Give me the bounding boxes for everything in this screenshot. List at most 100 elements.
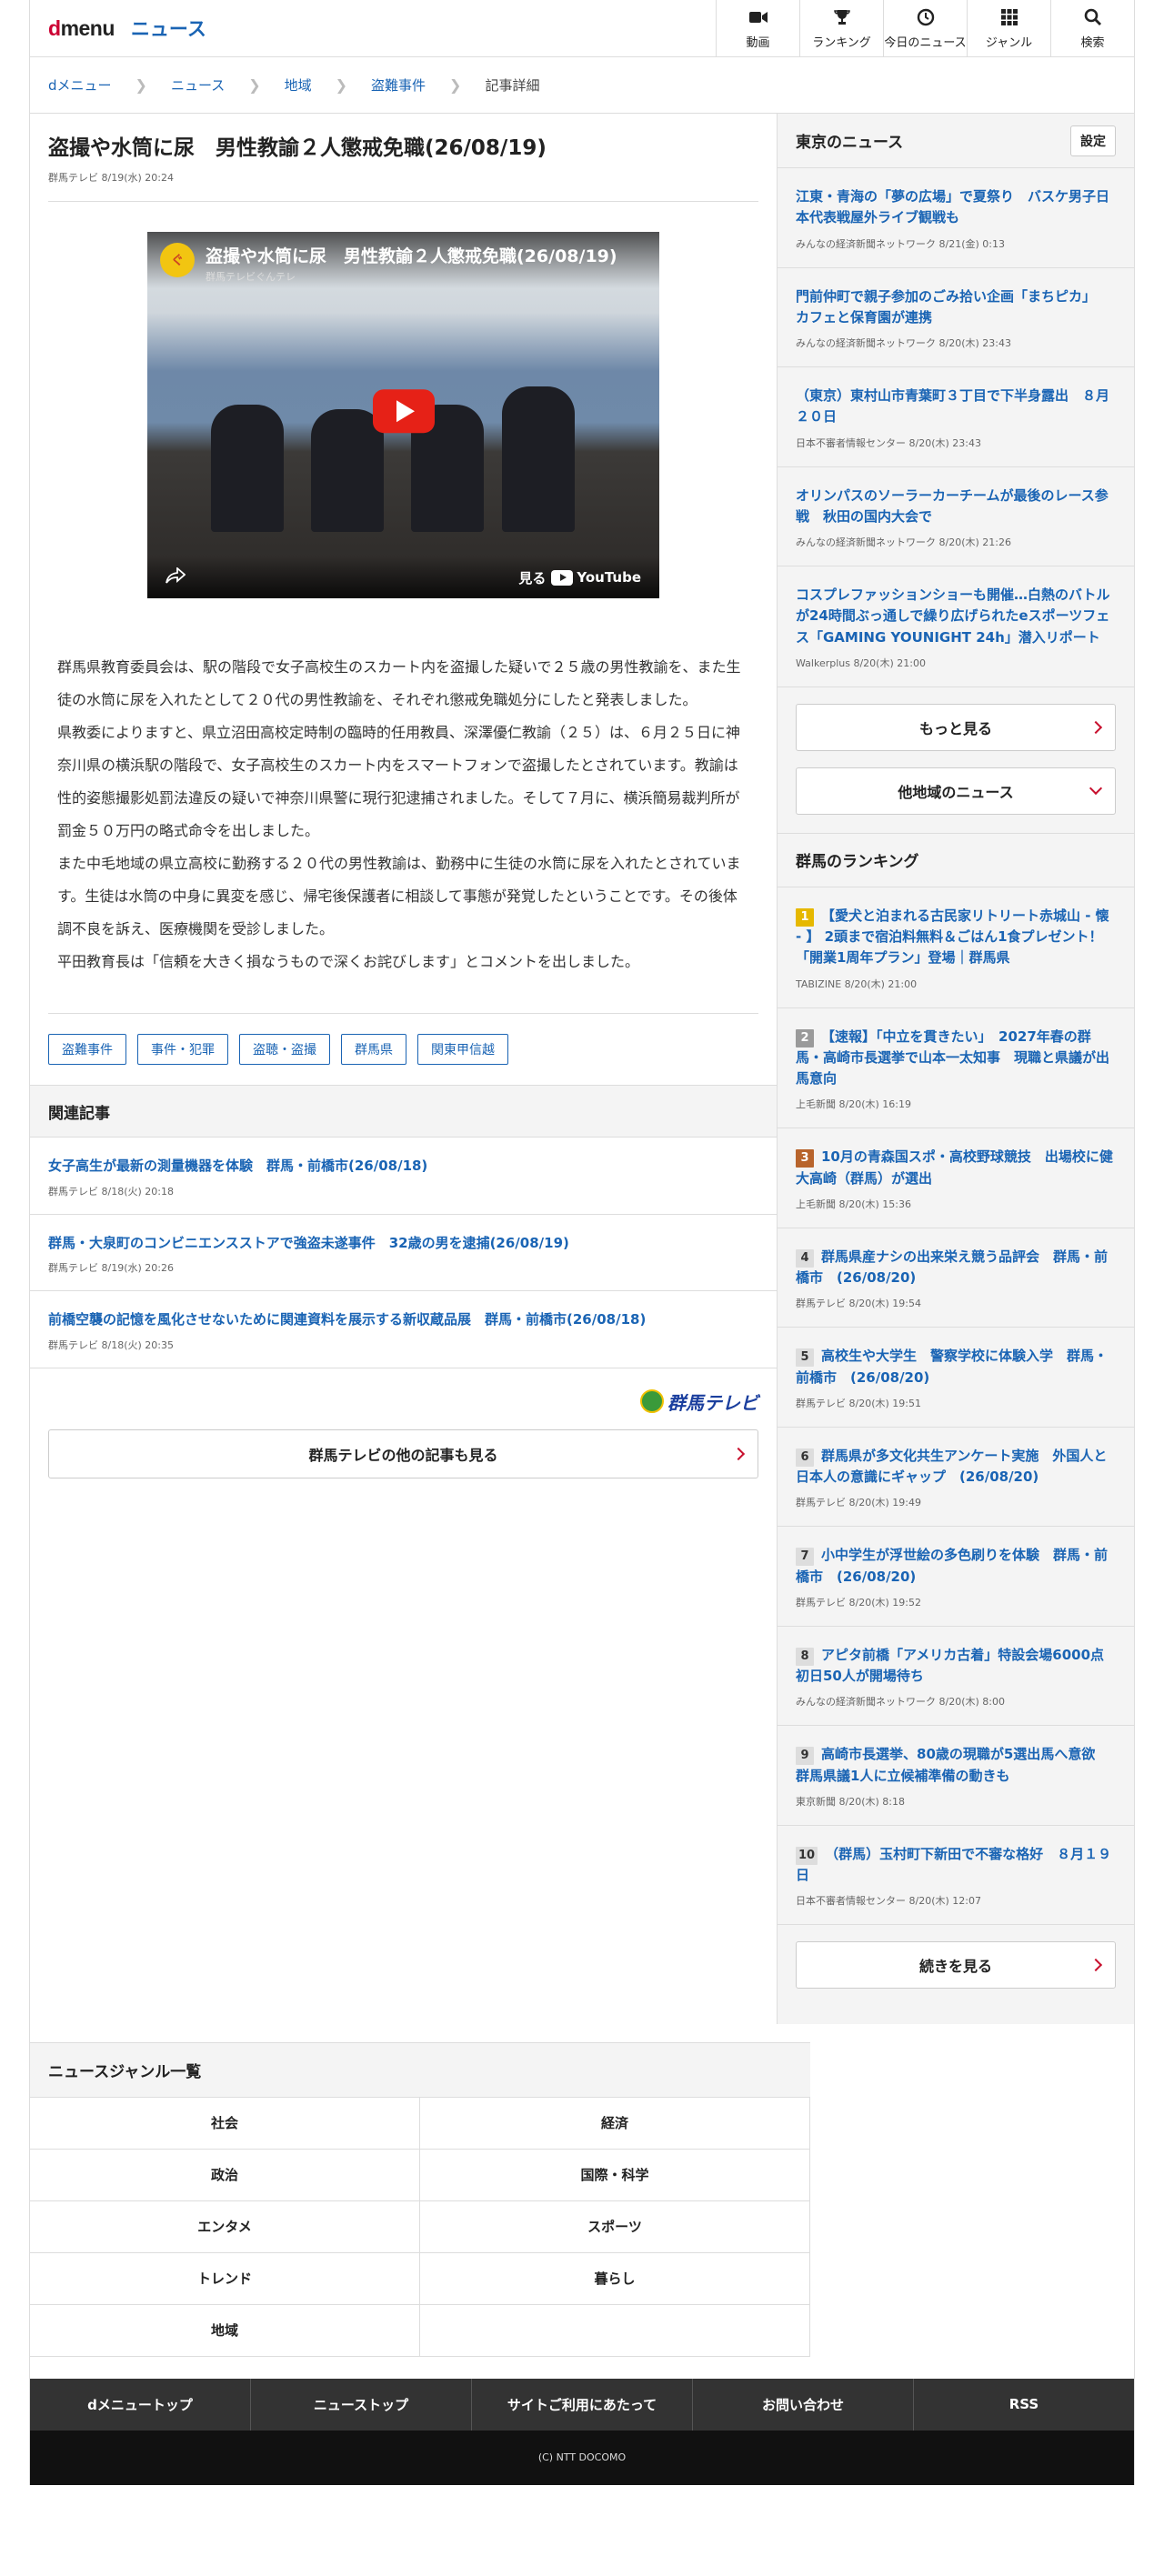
ranking-item-meta: 群馬テレビ 8/20(木) 19:52 xyxy=(796,1596,921,1609)
chevron-right-icon xyxy=(731,1447,746,1460)
footer-contact[interactable]: お問い合わせ xyxy=(693,2378,914,2431)
share-icon[interactable] xyxy=(166,566,186,587)
breadcrumb-theft[interactable]: 盗難事件 xyxy=(371,75,426,95)
ranking-item-title: 群馬県産ナシの出来栄え競う品評会 群馬・前橋市 (26/08/20) xyxy=(796,1248,1109,1286)
video-player[interactable]: ぐ 盗撮や水筒に尿 男性教諭２人懲戒免職(26/08/19) 群馬テレビぐんテレ… xyxy=(147,232,659,599)
genre-sports[interactable]: スポーツ xyxy=(420,2200,810,2253)
list-item[interactable]: 門前仲町で親子参加のごみ拾い企画「まちピカ」 カフェと保育園が連携 みんなの経済… xyxy=(778,268,1134,367)
source-logo[interactable]: 群馬テレビ xyxy=(30,1368,777,1420)
news-item-title[interactable]: 門前仲町で親子参加のごみ拾い企画「まちピカ」 カフェと保育園が連携 xyxy=(796,286,1116,329)
genre-region[interactable]: 地域 xyxy=(30,2304,420,2357)
news-item-title[interactable]: 江東・青海の「夢の広場」で夏祭り バスケ男子日本代表戦屋外ライブ観戦も xyxy=(796,186,1116,229)
news-item-title[interactable]: コスプレファッションショーも開催…白熱のバトルが24時間ぶっ通しで繰り広げられた… xyxy=(796,585,1116,648)
genre-trend[interactable]: トレンド xyxy=(30,2252,420,2305)
rank-badge: 6 xyxy=(796,1448,814,1467)
ranking-item[interactable]: 5 高校生や大学生 警察学校に体験入学 群馬・前橋市 (26/08/20) 群馬テ… xyxy=(778,1328,1134,1428)
tag-theft[interactable]: 盗難事件 xyxy=(48,1034,126,1066)
video-camera-icon xyxy=(748,7,768,27)
nav-search[interactable]: 検索 xyxy=(1050,0,1134,56)
article-title: 盗撮や水筒に尿 男性教諭２人懲戒免職(26/08/19) xyxy=(48,136,547,160)
footer-news-top[interactable]: ニューストップ xyxy=(251,2378,472,2431)
ranking-item[interactable]: 8 アピタ前橋「アメリカ古着」特設会場6000点 初日50人が開場待ち みんなの経… xyxy=(778,1627,1134,1727)
list-item[interactable]: （東京）東村山市青葉町３丁目で下半身露出 ８月２０日 日本不審者情報センター 8… xyxy=(778,367,1134,467)
news-item-title[interactable]: （東京）東村山市青葉町３丁目で下半身露出 ８月２０日 xyxy=(796,386,1116,428)
channel-avatar[interactable]: ぐ xyxy=(160,243,195,278)
ranking-item[interactable]: 6 群馬県が多文化共生アンケート実施 外国人と日本人の意識にギャップ (26/08… xyxy=(778,1428,1134,1528)
breadcrumb-current: 記事詳細 xyxy=(485,77,540,94)
footer-terms[interactable]: サイトご利用にあたって xyxy=(472,2378,693,2431)
breadcrumb-region[interactable]: 地域 xyxy=(285,75,312,95)
more-from-source-button[interactable]: 群馬テレビの他の記事も見る xyxy=(48,1428,758,1478)
sidebar: 東京のニュース 設定 江東・青海の「夢の広場」で夏祭り バスケ男子日本代表戦屋外… xyxy=(778,114,1134,2024)
ranking-item-meta: みんなの経済新聞ネットワーク 8/20(木) 8:00 xyxy=(796,1696,1005,1709)
related-item-title[interactable]: 前橋空襲の記憶を風化させないために関連資料を展示する新収蔵品展 群馬・前橋市(2… xyxy=(48,1309,758,1330)
genre-entertainment[interactable]: エンタメ xyxy=(30,2200,420,2253)
news-section-link[interactable]: ニュース xyxy=(131,15,206,42)
ranking-item[interactable]: 7 小中学生が浮世絵の多色刷りを体験 群馬・前橋市 (26/08/20) 群馬テレ… xyxy=(778,1527,1134,1627)
nav-ranking[interactable]: ランキング xyxy=(799,0,883,56)
brand: dmenu ニュース xyxy=(48,0,206,56)
footer-dmenu-top[interactable]: dメニュートップ xyxy=(30,2378,251,2431)
related-item-title[interactable]: 女子高生が最新の測量機器を体験 群馬・前橋市(26/08/18) xyxy=(48,1156,758,1177)
chevron-right-icon: ❯ xyxy=(335,76,348,94)
list-item[interactable]: オリンパスのソーラーカーチームが最後のレース参戦 秋田の国内大会で みんなの経済… xyxy=(778,467,1134,566)
ranking-item-title: アピタ前橋「アメリカ古着」特設会場6000点 初日50人が開場待ち xyxy=(796,1646,1119,1684)
mascot-icon xyxy=(640,1389,664,1414)
related-item-meta: 群馬テレビ 8/18(火) 20:18 xyxy=(48,1185,174,1198)
related-title: 関連記事 xyxy=(30,1085,777,1138)
footer-rss[interactable]: RSS xyxy=(914,2379,1134,2431)
nav-video[interactable]: 動画 xyxy=(716,0,799,56)
rank-badge: 5 xyxy=(796,1348,814,1368)
other-region-button[interactable]: 他地域のニュース xyxy=(796,767,1116,815)
settings-button[interactable]: 設定 xyxy=(1070,125,1116,156)
chevron-right-icon xyxy=(1089,720,1103,734)
related-item-meta: 群馬テレビ 8/19(水) 20:26 xyxy=(48,1262,174,1275)
tag-voyeurism[interactable]: 盗聴・盗撮 xyxy=(239,1034,330,1066)
genre-empty-cell xyxy=(420,2304,810,2357)
ranking-item[interactable]: 1 【愛犬と泊まれる古民家リトリート赤城山 - 懐 - 】 2頭まで宿泊料無料＆ご… xyxy=(778,887,1134,1008)
chevron-right-icon xyxy=(1089,1959,1103,1972)
news-item-title[interactable]: オリンパスのソーラーカーチームが最後のレース参戦 秋田の国内大会で xyxy=(796,486,1116,528)
breadcrumb-news[interactable]: ニュース xyxy=(171,75,225,95)
nav-genre[interactable]: ジャンル xyxy=(967,0,1050,56)
list-item[interactable]: 群馬・大泉町のコンビニエンスストアで強盗未遂事件 32歳の男を逮捕(26/08/… xyxy=(30,1215,777,1292)
tag-kanto[interactable]: 関東甲信越 xyxy=(417,1034,508,1066)
ranking-item[interactable]: 2 【速報】「中立を貫きたい」 2027年春の群馬・高崎市長選挙で山本一太知事 現… xyxy=(778,1008,1134,1129)
rank-badge: 9 xyxy=(796,1747,814,1766)
list-item[interactable]: コスプレファッションショーも開催…白熱のバトルが24時間ぶっ通しで繰り広げられた… xyxy=(778,566,1134,687)
more-news-button[interactable]: もっと見る xyxy=(796,703,1116,751)
ranking-item[interactable]: 3 10月の青森国スポ・高校野球競技 出場校に健大高崎（群馬）が選出 上毛新聞 8… xyxy=(778,1128,1134,1228)
ranking-item-meta: 上毛新聞 8/20(木) 15:36 xyxy=(796,1198,911,1210)
genre-lifestyle[interactable]: 暮らし xyxy=(420,2252,810,2305)
list-item[interactable]: 前橋空襲の記憶を風化させないために関連資料を展示する新収蔵品展 群馬・前橋市(2… xyxy=(30,1291,777,1368)
video-channel: 群馬テレビぐんテレ xyxy=(206,271,296,284)
ranking-item-meta: 東京新聞 8/20(木) 8:18 xyxy=(796,1795,905,1808)
breadcrumb: dメニュー ❯ ニュース ❯ 地域 ❯ 盗難事件 ❯ 記事詳細 xyxy=(30,57,1134,114)
ranking-item-title: 高崎市長選挙、80歳の現職が5選出馬へ意欲 群馬県議1人に立候補準備の動きも xyxy=(796,1746,1109,1784)
list-item[interactable]: 女子高生が最新の測量機器を体験 群馬・前橋市(26/08/18) 群馬テレビ 8… xyxy=(30,1138,777,1215)
video-title[interactable]: 盗撮や水筒に尿 男性教諭２人懲戒免職(26/08/19) xyxy=(206,243,617,267)
play-button[interactable] xyxy=(372,388,435,433)
video-title-bar: ぐ 盗撮や水筒に尿 男性教諭２人懲戒免職(26/08/19) 群馬テレビぐんテレ xyxy=(147,232,659,289)
genre-world-science[interactable]: 国際・科学 xyxy=(420,2149,810,2201)
genre-economy[interactable]: 経済 xyxy=(420,2097,810,2150)
tag-crime[interactable]: 事件・犯罪 xyxy=(137,1034,228,1066)
list-item[interactable]: 江東・青海の「夢の広場」で夏祭り バスケ男子日本代表戦屋外ライブ観戦も みんなの… xyxy=(778,168,1134,268)
genre-politics[interactable]: 政治 xyxy=(30,2149,420,2201)
genre-society[interactable]: 社会 xyxy=(30,2097,420,2150)
tag-gunma[interactable]: 群馬県 xyxy=(341,1034,406,1066)
related-item-title[interactable]: 群馬・大泉町のコンビニエンスストアで強盗未遂事件 32歳の男を逮捕(26/08/… xyxy=(48,1233,758,1254)
watch-on-youtube[interactable]: 見る YouTube xyxy=(518,568,641,587)
ranking-item[interactable]: 10 （群馬）玉村町下新田で不審な格好 ８月１９日 日本不審者情報センター 8/2… xyxy=(778,1826,1134,1926)
local-news-header: 東京のニュース 設定 xyxy=(778,114,1134,168)
ranking-item[interactable]: 9 高崎市長選挙、80歳の現職が5選出馬へ意欲 群馬県議1人に立候補準備の動きも … xyxy=(778,1726,1134,1826)
ranking-item-meta: TABIZINE 8/20(木) 21:00 xyxy=(796,977,918,990)
more-ranking-button[interactable]: 続きを見る xyxy=(796,1941,1116,1990)
dmenu-logo[interactable]: dmenu xyxy=(48,16,115,41)
ranking-item[interactable]: 4 群馬県産ナシの出来栄え競う品評会 群馬・前橋市 (26/08/20) 群馬テレ… xyxy=(778,1228,1134,1328)
nav-today[interactable]: 今日のニュース xyxy=(883,0,967,56)
breadcrumb-dmenu[interactable]: dメニュー xyxy=(48,75,112,95)
ranking-item-title: 【速報】「中立を貫きたい」 2027年春の群馬・高崎市長選挙で山本一太知事 現職… xyxy=(796,1027,1110,1088)
news-item-meta: みんなの経済新聞ネットワーク 8/20(木) 21:26 xyxy=(796,536,1011,548)
chevron-right-icon: ❯ xyxy=(248,76,261,94)
